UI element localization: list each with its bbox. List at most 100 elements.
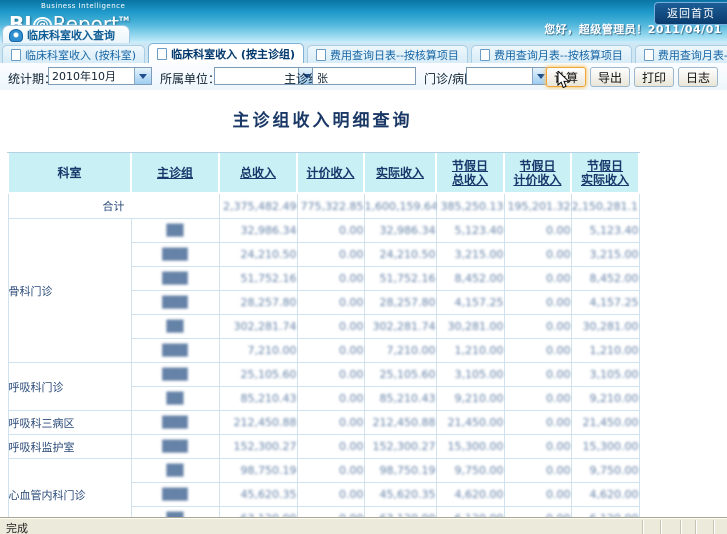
redacted-value-cell: 4,620.00 [571, 483, 639, 507]
redacted-value-cell: 0.00 [297, 243, 364, 267]
redacted-value-cell: 0.00 [504, 387, 571, 411]
redacted-value-cell: 152,300.27 [364, 435, 436, 459]
redacted-value-cell: 0.00 [504, 291, 571, 315]
chevron-down-icon[interactable] [134, 68, 151, 84]
print-button[interactable]: 打印 [634, 67, 674, 87]
redacted-value-cell: 0.00 [504, 243, 571, 267]
data-row: 骨科门诊██32,986.340.0032,986.345,123.400.00… [8, 219, 639, 243]
redacted-value-cell: 9,210.00 [436, 387, 504, 411]
document-icon [157, 48, 167, 60]
logo-tm: TM [119, 16, 129, 23]
column-header: 科室 [8, 153, 131, 193]
redacted-value-cell: 2,375,482.49 [219, 193, 297, 219]
column-header[interactable]: 计价收入 [297, 153, 364, 193]
redacted-value-cell: 28,257.80 [364, 291, 436, 315]
redacted-value-cell: 1,210.00 [571, 339, 639, 363]
document-icon [480, 49, 490, 61]
statusbar-pane-divider [680, 520, 682, 534]
redacted-value-cell: 4,620.00 [436, 483, 504, 507]
tab-2[interactable]: 费用查询日表--按核算项目 [307, 45, 468, 63]
redacted-value-cell: 2,150,281.17 [571, 193, 639, 219]
redacted-value-cell: 51,752.16 [364, 267, 436, 291]
status-text: 完成 [6, 520, 28, 534]
status-bar: 完成 [0, 517, 727, 534]
column-header[interactable]: 总收入 [219, 153, 297, 193]
redacted-value-cell: 212,450.88 [219, 411, 297, 435]
redacted-value-cell: 85,210.43 [364, 387, 436, 411]
redacted-value-cell: 0.00 [504, 483, 571, 507]
tab-1[interactable]: 临床科室收入 (按主诊组) [148, 43, 304, 63]
redacted-value-cell: 0.00 [297, 459, 364, 483]
redacted-value-cell: 98,750.19 [364, 459, 436, 483]
redacted-value-cell: 3,215.00 [571, 243, 639, 267]
group-input[interactable]: 张 [312, 67, 416, 85]
column-header-label: 计价收入 [306, 166, 354, 180]
log-button[interactable]: 日志 [678, 67, 718, 87]
column-header-label: 节假日 实际收入 [581, 159, 629, 187]
report-title: 主诊组收入明细查询 [7, 106, 638, 131]
redacted-value-cell: 4,157.25 [571, 291, 639, 315]
clinic-select[interactable] [466, 67, 550, 85]
redacted-group-name-cell: ███ [131, 363, 219, 387]
redacted-value-cell: 32,986.34 [219, 219, 297, 243]
redacted-group-name-cell: ██ [131, 459, 219, 483]
redacted-value-cell: 5,123.40 [436, 219, 504, 243]
column-header-label: 实际收入 [376, 166, 424, 180]
redacted-value-cell: 3,215.00 [436, 243, 504, 267]
data-row: 呼吸科三病区███212,450.880.00212,450.8821,450.… [8, 411, 639, 435]
period-value: 2010年10月 [49, 68, 134, 84]
redacted-value-cell: 9,750.00 [436, 459, 504, 483]
redacted-value-cell: 85,210.43 [219, 387, 297, 411]
column-header[interactable]: 主诊组 [131, 153, 219, 193]
redacted-group-name-cell: ███ [131, 435, 219, 459]
redacted-value-cell: 7,210.00 [364, 339, 436, 363]
column-header-label: 主诊组 [157, 166, 193, 180]
redacted-group-name-cell: ███ [131, 267, 219, 291]
tab-0[interactable]: 临床科室收入 (按科室) [2, 45, 145, 63]
income-table: 科室主诊组总收入计价收入实际收入节假日 总收入节假日 计价收入节假日 实际收入合… [7, 153, 640, 518]
module-tab-clinical-income[interactable]: 临床科室收入查询 [2, 25, 130, 43]
redacted-value-cell: 775,322.85 [297, 193, 364, 219]
redacted-value-cell: 25,105.60 [219, 363, 297, 387]
filter-toolbar: 统计期： 2010年10月 所属单位： 主诊组 张 门诊/病区 计算导出打印日志 [0, 63, 727, 91]
tab-label: 临床科室收入 (按主诊组) [171, 46, 295, 62]
statusbar-pane-divider [642, 520, 644, 534]
logo-subtitle: Business Intelligence [41, 2, 129, 10]
column-header[interactable]: 实际收入 [364, 153, 436, 193]
redacted-value-cell: 32,986.34 [364, 219, 436, 243]
redacted-value-cell: 8,452.00 [436, 267, 504, 291]
redacted-group-name-cell: ███ [131, 483, 219, 507]
tab-4[interactable]: 费用查询月表--按科室 [635, 45, 727, 63]
department-cell: 呼吸科三病区 [8, 411, 131, 435]
redacted-value-cell: 15,300.00 [571, 435, 639, 459]
redacted-value-cell: 1,210.00 [436, 339, 504, 363]
column-header[interactable]: 节假日 实际收入 [571, 153, 639, 193]
data-row: 呼吸科监护室███152,300.270.00152,300.2715,300.… [8, 435, 639, 459]
column-header[interactable]: 节假日 计价收入 [504, 153, 571, 193]
department-cell: 呼吸科监护室 [8, 435, 131, 459]
redacted-value-cell: 0.00 [297, 483, 364, 507]
redacted-value-cell: 0.00 [504, 459, 571, 483]
column-header-label: 总收入 [240, 166, 276, 180]
book-icon [9, 29, 23, 42]
redacted-value-cell: 9,750.00 [571, 459, 639, 483]
redacted-value-cell: 0.00 [297, 363, 364, 387]
redacted-value-cell: 51,752.16 [219, 267, 297, 291]
export-button[interactable]: 导出 [590, 67, 630, 87]
redacted-value-cell: 15,300.00 [436, 435, 504, 459]
data-row: 呼吸科门诊███25,105.600.0025,105.603,105.000.… [8, 363, 639, 387]
top-banner: Business Intelligence BI@ReportTM 返回首页 您… [0, 0, 727, 43]
report-table-container: 科室主诊组总收入计价收入实际收入节假日 总收入节假日 计价收入节假日 实际收入合… [7, 152, 640, 518]
redacted-group-name-cell: ███ [131, 243, 219, 267]
redacted-group-name-cell: ███ [131, 339, 219, 363]
data-row: 心血管内科门诊██98,750.190.0098,750.199,750.000… [8, 459, 639, 483]
redacted-value-cell: 0.00 [504, 267, 571, 291]
tab-3[interactable]: 费用查询月表--按核算项目 [471, 45, 632, 63]
period-select[interactable]: 2010年10月 [48, 67, 152, 85]
redacted-value-cell: 0.00 [504, 435, 571, 459]
redacted-value-cell: 98,750.19 [219, 459, 297, 483]
report-content: 主诊组收入明细查询 科室 主诊组 总收入 计价收入 实际收入节假日 总收入节假日 计价收… [0, 90, 727, 517]
statusbar-pane-divider [695, 520, 697, 534]
column-header[interactable]: 节假日 总收入 [436, 153, 504, 193]
greeting-text: 您好，超级管理员！2011/04/01 [544, 21, 722, 37]
